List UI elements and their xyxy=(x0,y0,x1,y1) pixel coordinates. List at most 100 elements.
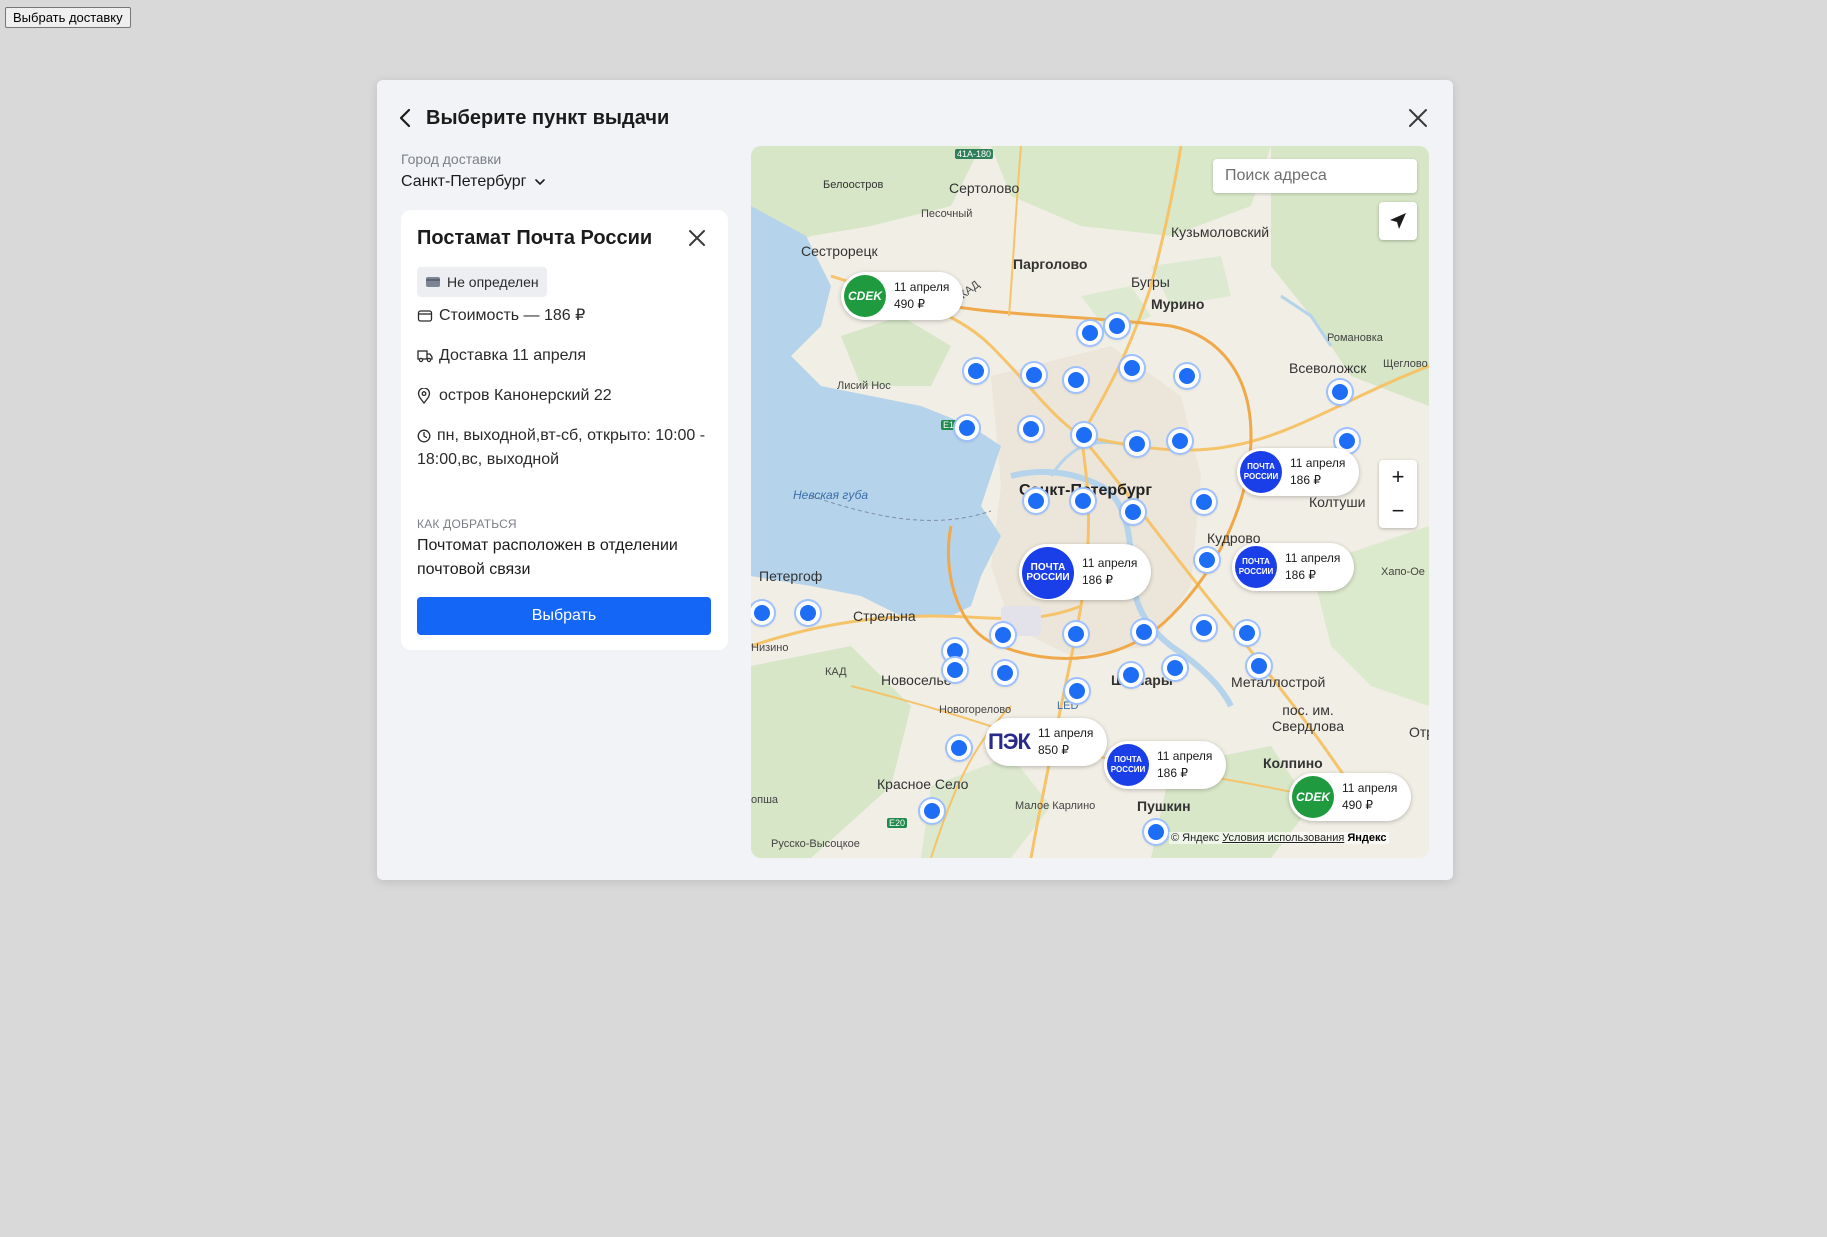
address-search-input[interactable] xyxy=(1213,159,1417,193)
pickup-dot[interactable] xyxy=(1144,820,1168,844)
payment-badge: Не определен xyxy=(417,267,547,297)
hours-text: пн, выходной,вт-сб, открыто: 10:00 - 18:… xyxy=(417,427,706,468)
back-arrow-icon[interactable] xyxy=(397,106,415,130)
label-kuzmolovsky: Кузьмоловский xyxy=(1171,224,1270,240)
label-sertolovo: Сертолово xyxy=(949,180,1020,196)
carrier-pin-pek[interactable]: ПЭК 11 апреля 850 ₽ xyxy=(985,718,1108,766)
navigation-arrow-icon xyxy=(1390,213,1406,229)
carrier-pin-post[interactable]: ПОЧТА РОССИИ 11 апреля 186 ₽ xyxy=(1104,741,1227,789)
delivery-row: Доставка 11 апреля xyxy=(417,344,586,368)
pickup-dot[interactable] xyxy=(1328,380,1352,404)
label-novogorelovo: Новогорелово xyxy=(939,704,1012,716)
pickup-dot[interactable] xyxy=(1022,363,1046,387)
pin-price: 850 ₽ xyxy=(1038,743,1069,757)
cost-text: Стоимость — 186 ₽ xyxy=(439,307,586,324)
carrier-pin-post-selected[interactable]: ПОЧТА РОССИИ 11 апреля 186 ₽ xyxy=(1019,544,1152,600)
pickup-dot[interactable] xyxy=(1019,417,1043,441)
pickup-dot[interactable] xyxy=(1120,356,1144,380)
pickup-dot[interactable] xyxy=(1105,314,1129,338)
carrier-pin-post[interactable]: ПОЧТА РОССИИ 11 апреля 186 ₽ xyxy=(1237,448,1360,496)
pickup-dot[interactable] xyxy=(1121,500,1145,524)
pickup-dot[interactable] xyxy=(993,661,1017,685)
label-kad-south: КАД xyxy=(825,666,847,678)
pin-info: 11 апреля 186 ₽ xyxy=(1157,748,1212,782)
pickup-dot[interactable] xyxy=(1168,429,1192,453)
zoom-controls: + − xyxy=(1379,460,1417,528)
pickup-dot[interactable] xyxy=(964,359,988,383)
pickup-dot[interactable] xyxy=(1247,654,1271,678)
pickup-dot[interactable] xyxy=(1192,616,1216,640)
yandex-logo: Яндекс xyxy=(1347,832,1387,844)
pickup-dot[interactable] xyxy=(955,416,979,440)
pin-info: 11 апреля 490 ₽ xyxy=(894,279,949,313)
pickup-dot[interactable] xyxy=(796,601,820,625)
label-lisiy-nos: Лисий Нос xyxy=(837,380,891,392)
label-bugry: Бугры xyxy=(1131,274,1170,290)
terms-link[interactable]: Условия использования xyxy=(1222,832,1344,844)
pickup-point-card: Постамат Почта России Не определен Стоим… xyxy=(401,210,728,650)
pin-info: 11 апреля 850 ₽ xyxy=(1038,725,1093,759)
map[interactable]: Белоостров Сертолово Песочный Сестрорецк… xyxy=(751,146,1429,858)
pickup-dot[interactable] xyxy=(991,623,1015,647)
city-select[interactable]: Санкт-Петербург xyxy=(401,173,546,191)
pin-price: 490 ₽ xyxy=(894,297,925,311)
carrier-pin-cdek[interactable]: СDEK 11 апреля 490 ₽ xyxy=(841,272,964,320)
pickup-dot[interactable] xyxy=(1072,423,1096,447)
pickup-dot[interactable] xyxy=(1024,489,1048,513)
open-delivery-button[interactable]: Выбрать доставку xyxy=(5,7,131,28)
russian-post-logo-icon: ПОЧТА РОССИИ xyxy=(1240,451,1282,493)
label-izino: Низино xyxy=(751,642,789,654)
pek-logo-icon: ПЭК xyxy=(988,721,1031,763)
chevron-down-icon xyxy=(535,179,546,186)
carrier-pin-cdek[interactable]: СDEK 11 апреля 490 ₽ xyxy=(1289,773,1412,821)
pickup-dot[interactable] xyxy=(947,736,971,760)
point-title: Постамат Почта России xyxy=(417,227,653,249)
pickup-dot[interactable] xyxy=(943,658,967,682)
label-ropsha: опша xyxy=(751,794,779,806)
label-sverdlova-text: пос. им. Свердлова xyxy=(1272,702,1344,734)
pickup-dot[interactable] xyxy=(1132,620,1156,644)
label-yanino: Хапо-Ое xyxy=(1381,566,1425,578)
pickup-dot[interactable] xyxy=(1071,489,1095,513)
delivery-text: Доставка 11 апреля xyxy=(439,347,587,364)
pickup-dot[interactable] xyxy=(1078,321,1102,345)
label-road-e20: E20 xyxy=(887,818,908,828)
close-modal-icon[interactable] xyxy=(1407,107,1429,129)
label-krasnoe-selo: Красное Село xyxy=(877,776,969,792)
select-point-button[interactable]: Выбрать xyxy=(417,597,711,635)
pickup-dot[interactable] xyxy=(1119,663,1143,687)
russian-post-logo-icon: ПОЧТА РОССИИ xyxy=(1235,546,1277,588)
label-kolpino: Колпино xyxy=(1263,755,1323,771)
zoom-out-button[interactable]: − xyxy=(1392,496,1405,526)
pickup-dot[interactable] xyxy=(1064,368,1088,392)
pickup-dot[interactable] xyxy=(920,799,944,823)
copyright-text: © Яндекс xyxy=(1171,832,1220,844)
city-value: Санкт-Петербург xyxy=(401,173,527,190)
pickup-dot[interactable] xyxy=(1195,548,1219,572)
pickup-point-modal: Выберите пункт выдачи Город доставки Сан… xyxy=(377,80,1453,880)
label-otr: Отр xyxy=(1409,724,1429,740)
geolocation-button[interactable] xyxy=(1379,202,1417,240)
pickup-dot[interactable] xyxy=(751,601,774,625)
label-koltushi: Колтуши xyxy=(1309,494,1366,510)
zoom-in-button[interactable]: + xyxy=(1392,462,1405,492)
city-label: Город доставки xyxy=(401,151,502,167)
pickup-dot[interactable] xyxy=(1064,622,1088,646)
label-sverdlova: пос. им. Свердлова xyxy=(1263,702,1353,734)
pickup-dot[interactable] xyxy=(1175,364,1199,388)
cdek-logo-icon: СDEK xyxy=(844,275,886,317)
directions-label: КАК ДОБРАТЬСЯ xyxy=(417,517,517,531)
carrier-pin-post[interactable]: ПОЧТА РОССИИ 11 апреля 186 ₽ xyxy=(1232,543,1355,591)
close-card-icon[interactable] xyxy=(687,228,707,248)
pickup-dot[interactable] xyxy=(1065,679,1089,703)
russian-post-logo-icon: ПОЧТА РОССИИ xyxy=(1022,547,1074,599)
pickup-dot[interactable] xyxy=(1235,621,1259,645)
label-metallostroy: Металлострой xyxy=(1231,674,1326,690)
pickup-dot[interactable] xyxy=(1163,656,1187,680)
pin-price: 186 ₽ xyxy=(1290,473,1321,487)
label-nevskaya-guba: Невская губа xyxy=(793,488,869,502)
pickup-dot[interactable] xyxy=(1192,490,1216,514)
clock-icon xyxy=(417,424,433,448)
pickup-dot[interactable] xyxy=(1125,432,1149,456)
label-maloe-karlino: Малое Карлино xyxy=(1015,800,1096,812)
